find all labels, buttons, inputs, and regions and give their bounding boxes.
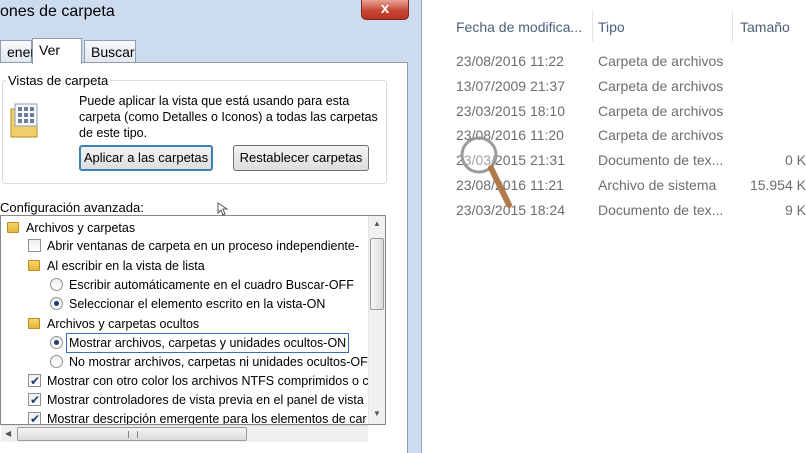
row-size[interactable]: 0 K: [785, 148, 806, 172]
horizontal-scroll-thumb[interactable]: [17, 427, 247, 441]
checkbox[interactable]: [28, 391, 41, 409]
checkbox[interactable]: [28, 239, 41, 252]
row-type[interactable]: Carpeta de archivos: [598, 74, 723, 98]
close-icon: x: [380, 0, 390, 17]
scroll-left-icon[interactable]: ◀: [5, 429, 11, 438]
row-type[interactable]: Carpeta de archivos: [598, 123, 723, 147]
folder-options-dialog: ones de carpeta x eneral Ver Buscar Vist…: [0, 0, 422, 453]
scroll-down-icon[interactable]: ▼: [373, 409, 381, 418]
explorer-file-list: Fecha de modifica... Tipo Tamaño 23/08/2…: [422, 0, 806, 453]
row-size[interactable]: 9 K: [785, 198, 806, 222]
folder-views-description: Puede aplicar la vista que está usando p…: [79, 94, 378, 140]
tab-general[interactable]: eneral: [0, 40, 46, 62]
tab-search[interactable]: Buscar: [84, 40, 136, 62]
row-type[interactable]: Documento de tex...: [598, 198, 723, 222]
radio-button[interactable]: [50, 278, 63, 291]
folder-views-legend: Vistas de carpeta: [6, 73, 111, 88]
column-separator[interactable]: [592, 10, 593, 42]
checkbox[interactable]: [28, 372, 41, 390]
row-type[interactable]: Archivo de sistema: [598, 173, 716, 197]
row-date[interactable]: 23/08/2016 11:22: [456, 49, 564, 73]
dialog-title: ones de carpeta: [0, 3, 115, 20]
vertical-scroll-thumb[interactable]: [370, 238, 384, 310]
mouse-cursor-icon: [217, 202, 229, 216]
scroll-up-icon[interactable]: ▲: [373, 219, 381, 228]
tab-view[interactable]: Ver: [32, 38, 82, 64]
column-separator[interactable]: [732, 10, 733, 42]
row-type[interactable]: Documento de tex...: [598, 148, 723, 172]
folder-icon: [7, 222, 19, 233]
row-date[interactable]: 23/03/2015 18:10: [456, 99, 565, 123]
magnifier-cursor-icon: [460, 136, 512, 208]
radio-button[interactable]: [50, 355, 63, 368]
close-button[interactable]: x: [361, 0, 409, 20]
tree-vertical-scrollbar[interactable]: ▲ ▼: [368, 216, 385, 424]
row-date[interactable]: 13/07/2009 21:37: [456, 74, 565, 98]
row-type[interactable]: Carpeta de archivos: [598, 49, 723, 73]
advanced-settings-label: Configuración avanzada:: [0, 200, 144, 215]
tree-horizontal-scrollbar[interactable]: ◀: [1, 425, 368, 442]
radio-button[interactable]: [50, 297, 63, 310]
folder-views-icon: [10, 103, 38, 138]
row-size[interactable]: 15.954 K: [750, 173, 806, 197]
advanced-settings-tree: Archivos y carpetas Abrir ventanas de ca…: [0, 215, 386, 425]
apply-to-folders-button[interactable]: Aplicar a las carpetas: [79, 145, 213, 171]
folder-icon: [28, 260, 40, 271]
column-header-date[interactable]: Fecha de modifica...: [456, 0, 586, 44]
checkbox[interactable]: [28, 410, 41, 424]
reset-folders-button[interactable]: Restablecer carpetas: [233, 145, 369, 171]
folder-icon: [28, 318, 40, 329]
column-header-type[interactable]: Tipo: [598, 0, 728, 44]
grip-icon: [128, 431, 138, 438]
radio-button[interactable]: [50, 336, 63, 349]
row-type[interactable]: Carpeta de archivos: [598, 99, 723, 123]
column-header-size[interactable]: Tamaño: [740, 0, 806, 44]
